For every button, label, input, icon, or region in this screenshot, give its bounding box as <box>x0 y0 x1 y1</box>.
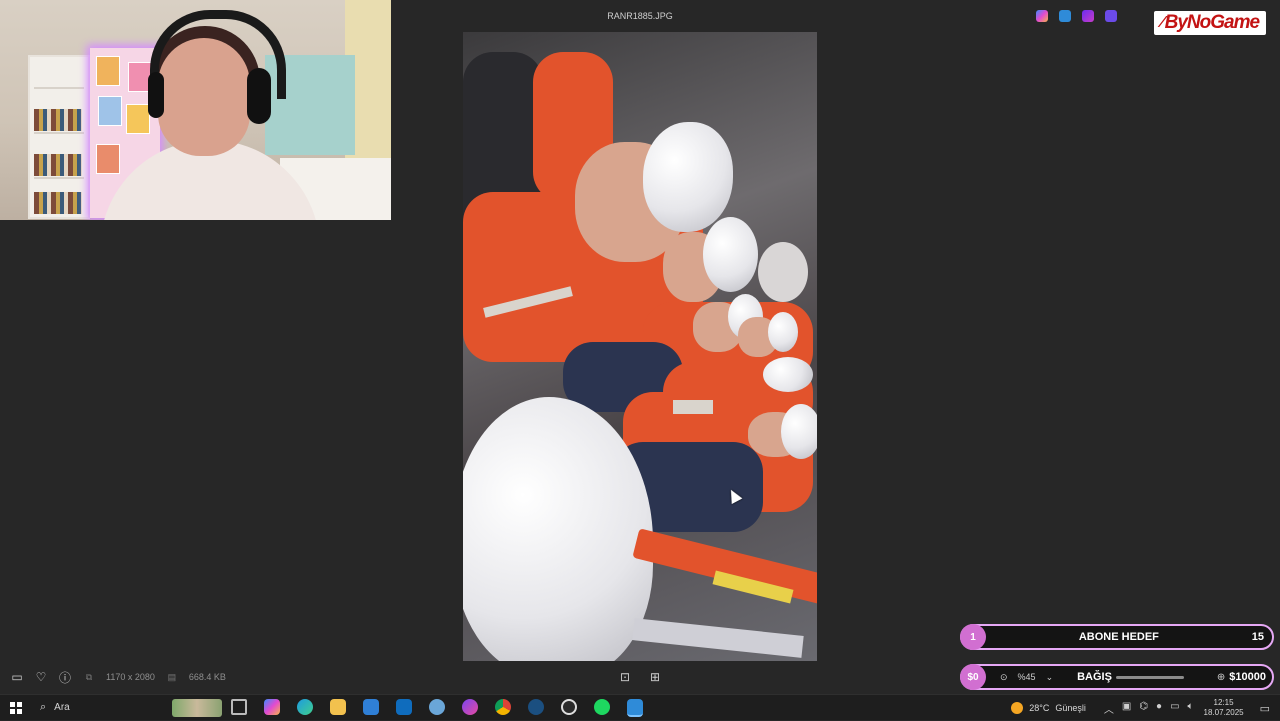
display-icon[interactable]: ▭ <box>1170 701 1179 716</box>
file-size-icon: ▤ <box>167 671 177 682</box>
taskbar: ⌕ Ara 28°C Güneşli ︿ ▣ ⌬ ● ▭ 🔈︎ 12:15 18… <box>0 694 1280 720</box>
system-tray: 28°C Güneşli ︿ ▣ ⌬ ● ▭ 🔈︎ 12:15 18.07.20… <box>1011 695 1280 721</box>
notification-icon[interactable]: ▭ <box>1260 702 1270 715</box>
viewer-view-controls: ⊡ ⊞ <box>618 670 662 684</box>
donation-progress-bar[interactable] <box>1115 675 1184 679</box>
actual-size-icon[interactable]: ⊞ <box>648 670 662 684</box>
zoom-in-icon[interactable]: ⊕ <box>1217 672 1225 683</box>
overlay-app-icons <box>1036 10 1117 22</box>
file-size: 668.4 KB <box>188 672 226 682</box>
clock[interactable]: 12:15 18.07.2025 <box>1204 698 1244 718</box>
favorite-heart-icon[interactable]: ♡ <box>34 670 48 684</box>
search-icon: ⌕ <box>40 700 47 713</box>
brand-name: ByNoGame <box>1164 12 1260 33</box>
network-icon[interactable]: ⌬ <box>1139 701 1148 716</box>
weather-sun-icon[interactable] <box>1011 702 1024 714</box>
donation-amount: $0 <box>960 664 986 690</box>
headset-earcup-left <box>148 72 164 118</box>
taskbar-apps <box>231 699 643 717</box>
subscriber-goal-count: 15 <box>1251 631 1264 643</box>
microphone-icon[interactable]: ● <box>1156 701 1162 716</box>
start-icon[interactable] <box>10 702 22 714</box>
spotify-icon[interactable] <box>594 699 610 715</box>
chevron-up-icon[interactable]: ︿ <box>1104 701 1114 716</box>
file-name: RANR1885.JPG <box>607 11 673 21</box>
search-placeholder: Ara <box>54 701 70 713</box>
subscriber-goal-widget: 1 ABONE HEDEF 15 <box>960 624 1274 650</box>
store-icon[interactable] <box>363 699 379 715</box>
messenger-icon[interactable] <box>462 699 478 715</box>
bookshelf <box>28 55 90 219</box>
task-view-icon[interactable] <box>231 699 247 715</box>
photos-taskbar-icon[interactable] <box>627 699 643 717</box>
steam-icon[interactable] <box>528 699 544 715</box>
video-editor-icon[interactable] <box>1105 10 1117 22</box>
edge-icon[interactable] <box>297 699 313 715</box>
zoom-control: ⊙ %45 ⌄ <box>1000 672 1053 683</box>
weather-description[interactable]: Güneşli <box>1055 703 1086 713</box>
screenshot-icon[interactable]: ⊙ <box>1000 672 1008 683</box>
info-icon[interactable]: ⓘ <box>58 670 72 685</box>
copilot-icon[interactable] <box>1036 10 1048 22</box>
file-explorer-icon[interactable] <box>330 699 346 715</box>
displayed-photo <box>463 32 817 661</box>
brand-mark-icon: ⁄ <box>1160 14 1164 31</box>
brand-logo: ⁄ ByNoGame <box>1154 11 1266 35</box>
copilot-taskbar-icon[interactable] <box>264 699 280 715</box>
clipchamp-icon[interactable] <box>1082 10 1094 22</box>
clock-time: 12:15 <box>1213 698 1234 707</box>
fit-to-window-icon[interactable]: ⊡ <box>618 670 632 684</box>
volume-icon[interactable]: 🔈︎ <box>1188 701 1194 716</box>
viewer-toolbar: ▭ ♡ ⓘ ⧉ 1170 x 2080 ▤ 668.4 KB <box>10 670 226 685</box>
app-tray-icon[interactable]: ▣ <box>1122 701 1131 716</box>
settings-app-icon[interactable] <box>429 699 445 715</box>
chevron-down-icon[interactable]: ⌄ <box>1046 672 1054 683</box>
filmstrip-icon[interactable]: ▭ <box>10 670 24 684</box>
clock-date: 18.07.2025 <box>1203 708 1244 717</box>
weather-temperature[interactable]: 28°C <box>1029 703 1049 713</box>
photos-icon[interactable] <box>1059 10 1071 22</box>
donation-label: BAĞIŞ <box>1077 671 1112 683</box>
webcam-overlay <box>0 0 391 220</box>
outlook-icon[interactable] <box>396 699 412 715</box>
donation-goal: ⊕ $10000 <box>1217 671 1266 683</box>
search-highlight-image <box>172 699 222 717</box>
donation-goal-amount: $10000 <box>1229 671 1266 683</box>
donation-widget: $0 ⊙ %45 ⌄ BAĞIŞ ⊕ $10000 <box>960 664 1274 690</box>
tray-icons: ︿ ▣ ⌬ ● ▭ 🔈︎ <box>1104 701 1194 716</box>
chrome-icon[interactable] <box>495 699 511 715</box>
dimensions-icon: ⧉ <box>85 671 93 682</box>
headset-earcup <box>247 68 271 124</box>
obs-icon[interactable] <box>561 699 577 715</box>
taskbar-search[interactable]: ⌕ Ara <box>32 697 222 717</box>
subscriber-goal-index: 1 <box>960 624 986 650</box>
zoom-level[interactable]: %45 <box>1018 672 1036 682</box>
subscriber-goal-label: ABONE HEDEF <box>1078 631 1159 643</box>
image-dimensions: 1170 x 2080 <box>106 672 155 682</box>
